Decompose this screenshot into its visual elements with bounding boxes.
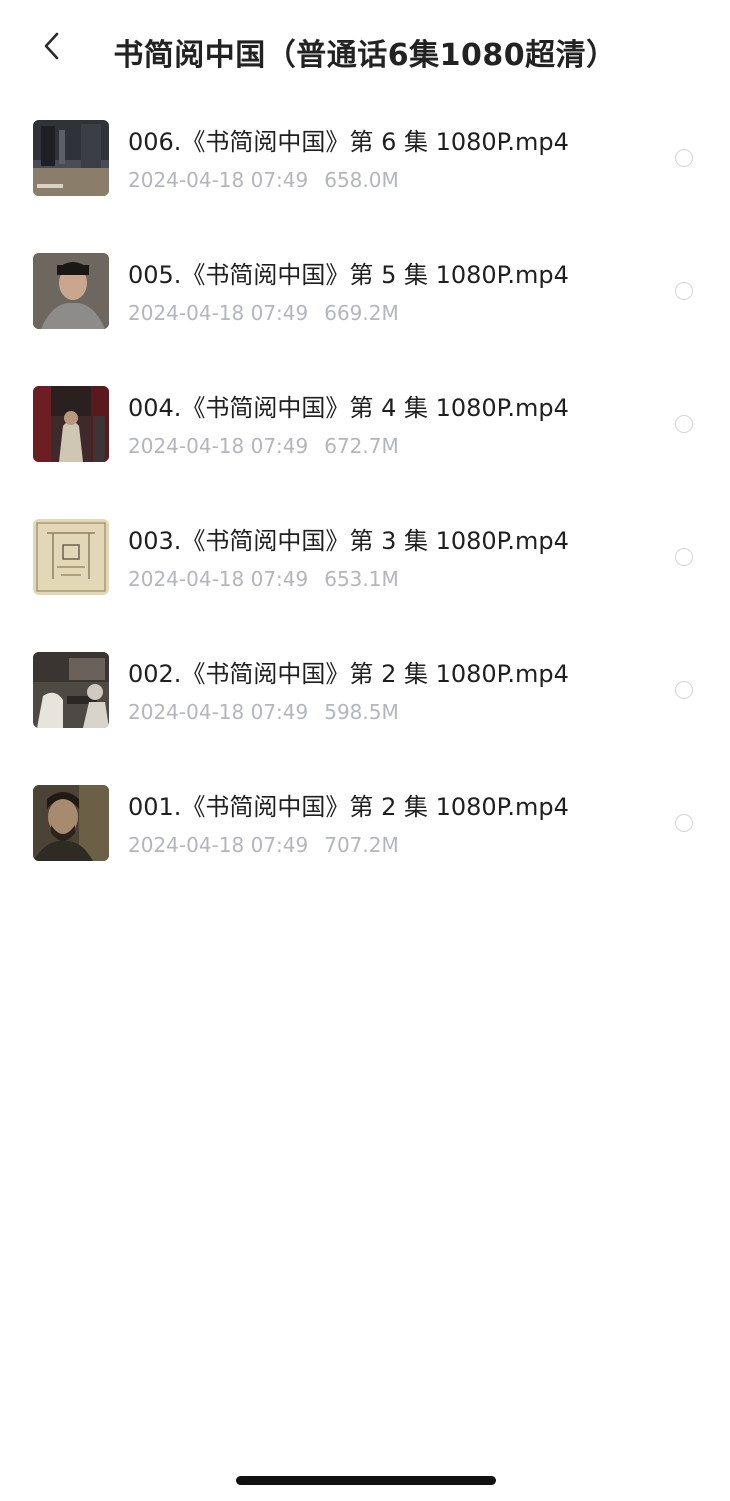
file-size: 669.2M xyxy=(324,301,399,325)
file-list: 006.《书简阅中国》第 6 集 1080P.mp4 2024-04-18 07… xyxy=(0,92,730,890)
select-radio[interactable] xyxy=(675,415,693,433)
file-size: 653.1M xyxy=(324,567,399,591)
file-date: 2024-04-18 07:49 xyxy=(128,434,309,458)
file-name: 005.《书简阅中国》第 5 集 1080P.mp4 xyxy=(128,261,569,289)
file-row[interactable]: 004.《书简阅中国》第 4 集 1080P.mp4 2024-04-18 07… xyxy=(0,358,730,491)
file-meta: 2024-04-18 07:49 707.2M xyxy=(128,833,399,857)
page-title: 书简阅中国（普通话6集1080超清） xyxy=(113,38,617,73)
file-date: 2024-04-18 07:49 xyxy=(128,168,309,192)
file-row[interactable]: 001.《书简阅中国》第 2 集 1080P.mp4 2024-04-18 07… xyxy=(0,757,730,890)
video-thumbnail xyxy=(33,253,109,329)
select-radio[interactable] xyxy=(675,681,693,699)
file-size: 707.2M xyxy=(324,833,399,857)
select-radio[interactable] xyxy=(675,282,693,300)
file-name: 004.《书简阅中国》第 4 集 1080P.mp4 xyxy=(128,394,569,422)
file-date: 2024-04-18 07:49 xyxy=(128,301,309,325)
select-radio[interactable] xyxy=(675,814,693,832)
file-date: 2024-04-18 07:49 xyxy=(128,700,309,724)
file-row[interactable]: 005.《书简阅中国》第 5 集 1080P.mp4 2024-04-18 07… xyxy=(0,225,730,358)
file-size: 658.0M xyxy=(324,168,399,192)
file-name: 003.《书简阅中国》第 3 集 1080P.mp4 xyxy=(128,527,569,555)
select-radio[interactable] xyxy=(675,548,693,566)
file-row[interactable]: 006.《书简阅中国》第 6 集 1080P.mp4 2024-04-18 07… xyxy=(0,92,730,225)
select-radio[interactable] xyxy=(675,149,693,167)
file-date: 2024-04-18 07:49 xyxy=(128,567,309,591)
file-meta: 2024-04-18 07:49 598.5M xyxy=(128,700,399,724)
video-thumbnail xyxy=(33,519,109,595)
file-row[interactable]: 003.《书简阅中国》第 3 集 1080P.mp4 2024-04-18 07… xyxy=(0,491,730,624)
header-bar: 书简阅中国（普通话6集1080超清） xyxy=(0,0,730,100)
video-thumbnail xyxy=(33,386,109,462)
file-name: 006.《书简阅中国》第 6 集 1080P.mp4 xyxy=(128,128,569,156)
video-thumbnail xyxy=(33,785,109,861)
file-meta: 2024-04-18 07:49 669.2M xyxy=(128,301,399,325)
file-row[interactable]: 002.《书简阅中国》第 2 集 1080P.mp4 2024-04-18 07… xyxy=(0,624,730,757)
video-thumbnail xyxy=(33,120,109,196)
file-size: 598.5M xyxy=(324,700,399,724)
file-date: 2024-04-18 07:49 xyxy=(128,833,309,857)
file-name: 001.《书简阅中国》第 2 集 1080P.mp4 xyxy=(128,793,569,821)
file-meta: 2024-04-18 07:49 653.1M xyxy=(128,567,399,591)
video-thumbnail xyxy=(33,652,109,728)
home-indicator xyxy=(236,1476,496,1485)
file-size: 672.7M xyxy=(324,434,399,458)
file-meta: 2024-04-18 07:49 658.0M xyxy=(128,168,399,192)
file-name: 002.《书简阅中国》第 2 集 1080P.mp4 xyxy=(128,660,569,688)
file-meta: 2024-04-18 07:49 672.7M xyxy=(128,434,399,458)
